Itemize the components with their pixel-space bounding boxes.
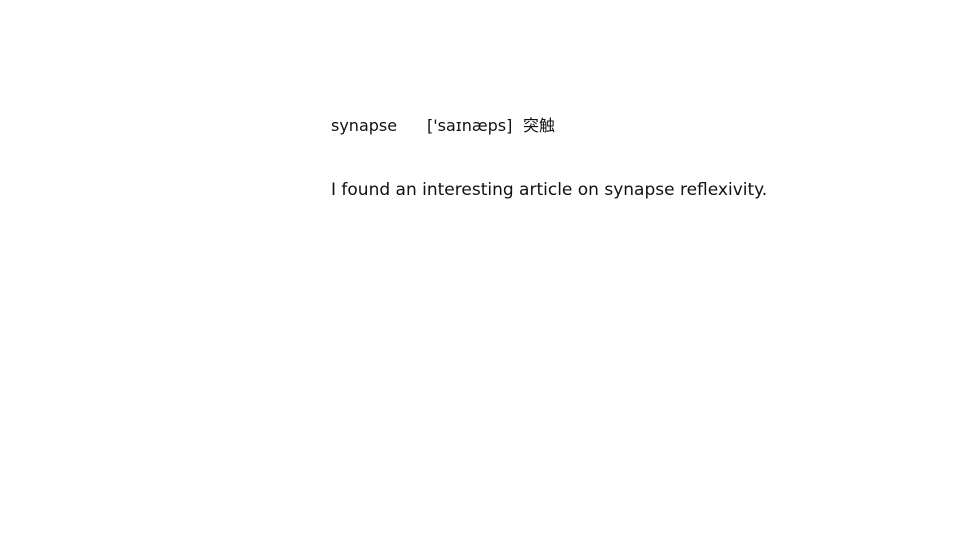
translation-text: 突触	[523, 116, 556, 135]
example-sentence: I found an interesting article on synaps…	[331, 180, 768, 200]
phonetic-text: ['saɪnæps]	[427, 116, 513, 135]
word-card: synapse ['saɪnæps] 突触 I found an interes…	[331, 114, 891, 202]
word-text: synapse	[331, 116, 398, 135]
entry-line: synapse ['saɪnæps] 突触	[331, 114, 891, 138]
